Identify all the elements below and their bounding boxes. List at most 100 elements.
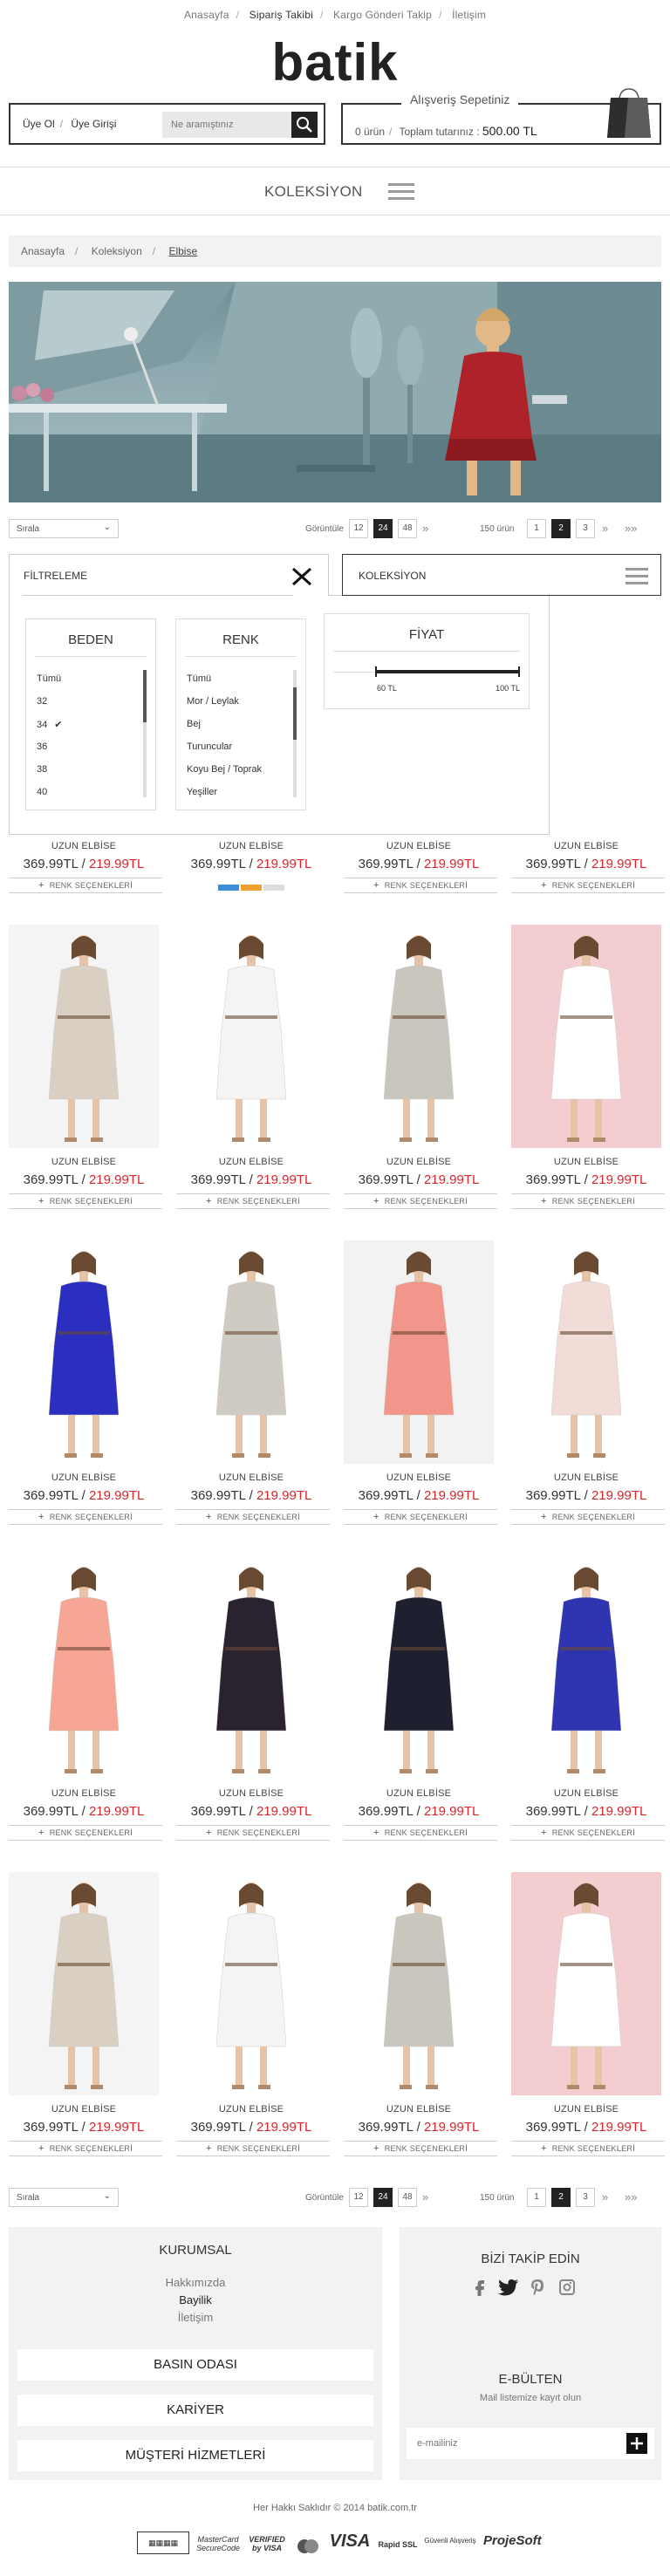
color-swatch[interactable] [263, 885, 284, 891]
color-options-button[interactable]: + RENK SEÇENEKLERİ [176, 1509, 330, 1525]
product-name[interactable]: UZUN ELBİSE [337, 1788, 501, 1799]
product-name[interactable]: UZUN ELBİSE [2, 1472, 166, 1483]
product-image[interactable] [176, 1872, 326, 2095]
color-options-button[interactable]: + RENK SEÇENEKLERİ [344, 878, 497, 893]
product-image[interactable] [9, 1872, 159, 2095]
product-name[interactable]: UZUN ELBİSE [169, 841, 333, 851]
newsletter-email-input[interactable] [407, 2428, 616, 2459]
login-link[interactable]: Üye Girişi [71, 118, 116, 130]
product-name[interactable]: UZUN ELBİSE [2, 841, 166, 851]
view-option-48[interactable]: 48 [398, 519, 417, 538]
register-link[interactable]: Üye Ol [23, 118, 55, 130]
product-name[interactable]: UZUN ELBİSE [337, 1157, 501, 1167]
product-name[interactable]: UZUN ELBİSE [2, 1157, 166, 1167]
view-option-48[interactable]: 48 [398, 2188, 417, 2207]
product-name[interactable]: UZUN ELBİSE [504, 1472, 668, 1483]
product-image[interactable] [344, 1556, 494, 1780]
color-options-button[interactable]: + RENK SEÇENEKLERİ [511, 878, 665, 893]
color-swatch[interactable] [218, 885, 239, 891]
last-page-icon[interactable]: »» [625, 2190, 637, 2204]
product-name[interactable]: UZUN ELBİSE [337, 1472, 501, 1483]
view-option-24[interactable]: 24 [373, 2188, 393, 2207]
color-options-button[interactable]: + RENK SEÇENEKLERİ [176, 1825, 330, 1841]
twitter-icon[interactable] [497, 2278, 520, 2297]
color-options-button[interactable]: + RENK SEÇENEKLERİ [344, 2141, 497, 2156]
sort-select[interactable]: Sırala ⌄ [9, 519, 119, 538]
color-options-button[interactable]: + RENK SEÇENEKLERİ [344, 1825, 497, 1841]
sort-select[interactable]: Sırala ⌄ [9, 2188, 119, 2207]
shopping-bag-icon[interactable] [602, 85, 656, 140]
collection-dropdown[interactable]: KOLEKSİYON [342, 554, 661, 596]
collection-menu-bar[interactable]: KOLEKSİYON [0, 167, 670, 215]
color-options-button[interactable]: + RENK SEÇENEKLERİ [9, 1509, 162, 1525]
product-image[interactable] [344, 1872, 494, 2095]
product-image[interactable] [9, 925, 159, 1148]
color-options-button[interactable]: + RENK SEÇENEKLERİ [9, 1193, 162, 1209]
color-options-button[interactable]: + RENK SEÇENEKLERİ [511, 1825, 665, 1841]
nav-home-link[interactable]: Anasayfa [184, 9, 229, 21]
nav-order-tracking-link[interactable]: Sipariş Takibi [250, 9, 313, 21]
product-image[interactable] [176, 925, 326, 1148]
page-3[interactable]: 3 [576, 2188, 595, 2207]
page-2[interactable]: 2 [551, 519, 571, 538]
breadcrumb-home[interactable]: Anasayfa [21, 245, 65, 257]
product-image[interactable] [176, 1556, 326, 1780]
nav-contact-link[interactable]: İletişim [452, 9, 486, 21]
footer-link-about[interactable]: Hakkımızda [9, 2276, 382, 2289]
product-name[interactable]: UZUN ELBİSE [337, 2104, 501, 2115]
view-option-24[interactable]: 24 [373, 519, 393, 538]
product-name[interactable]: UZUN ELBİSE [504, 841, 668, 851]
next-page-icon[interactable]: » [602, 2190, 608, 2204]
breadcrumb-current[interactable]: Elbise [168, 245, 197, 257]
product-image[interactable] [511, 1240, 661, 1464]
size-option[interactable]: Tümü [37, 673, 61, 684]
product-name[interactable]: UZUN ELBİSE [169, 1472, 333, 1483]
size-scrollbar[interactable] [143, 670, 147, 797]
color-option[interactable]: Bej [187, 719, 201, 729]
newsletter-submit-button[interactable] [626, 2433, 647, 2454]
view-option-12[interactable]: 12 [349, 2188, 368, 2207]
footer-link-contact[interactable]: İletişim [9, 2311, 382, 2324]
product-name[interactable]: UZUN ELBİSE [504, 1157, 668, 1167]
color-options-button[interactable]: + RENK SEÇENEKLERİ [511, 1509, 665, 1525]
color-option[interactable]: Turuncular [187, 741, 232, 752]
product-image[interactable] [9, 1556, 159, 1780]
product-image[interactable] [9, 1240, 159, 1464]
product-name[interactable]: UZUN ELBİSE [504, 2104, 668, 2115]
menu-hamburger-icon[interactable] [388, 183, 414, 201]
color-options-button[interactable]: + RENK SEÇENEKLERİ [344, 1193, 497, 1209]
product-name[interactable]: UZUN ELBİSE [169, 1157, 333, 1167]
last-page-icon[interactable]: »» [625, 522, 637, 535]
color-options-button[interactable]: + RENK SEÇENEKLERİ [176, 2141, 330, 2156]
color-swatch[interactable] [241, 885, 262, 891]
product-name[interactable]: UZUN ELBİSE [2, 1788, 166, 1799]
product-name[interactable]: UZUN ELBİSE [337, 841, 501, 851]
nav-cargo-tracking-link[interactable]: Kargo Gönderi Takip [333, 9, 432, 21]
product-image[interactable] [344, 1240, 494, 1464]
size-option[interactable]: 40 [37, 787, 47, 797]
page-2[interactable]: 2 [551, 2188, 571, 2207]
size-option[interactable]: 38 [37, 764, 47, 775]
color-options-button[interactable]: + RENK SEÇENEKLERİ [176, 1193, 330, 1209]
product-image[interactable] [511, 1872, 661, 2095]
product-name[interactable]: UZUN ELBİSE [169, 1788, 333, 1799]
product-image[interactable] [176, 1240, 326, 1464]
color-options-button[interactable]: + RENK SEÇENEKLERİ [511, 2141, 665, 2156]
next-page-icon[interactable]: » [602, 522, 608, 535]
view-option-12[interactable]: 12 [349, 519, 368, 538]
color-options-button[interactable]: + RENK SEÇENEKLERİ [511, 1193, 665, 1209]
size-option-checked[interactable]: 34 ✔ [37, 719, 62, 730]
facebook-icon[interactable] [471, 2278, 489, 2297]
brand-logo[interactable]: batik [0, 37, 670, 89]
menu-hamburger-icon[interactable] [626, 568, 648, 584]
product-name[interactable]: UZUN ELBİSE [169, 2104, 333, 2115]
color-options-button[interactable]: + RENK SEÇENEKLERİ [344, 1509, 497, 1525]
hero-banner[interactable] [9, 282, 661, 502]
product-image[interactable] [511, 1556, 661, 1780]
career-button[interactable]: KARİYER [17, 2395, 373, 2426]
customer-service-button[interactable]: MÜŞTERİ HİZMETLERİ [17, 2440, 373, 2471]
page-1[interactable]: 1 [527, 2188, 546, 2207]
size-option[interactable]: 36 [37, 741, 47, 752]
close-icon[interactable] [291, 567, 312, 586]
color-options-button[interactable]: + RENK SEÇENEKLERİ [9, 878, 162, 893]
